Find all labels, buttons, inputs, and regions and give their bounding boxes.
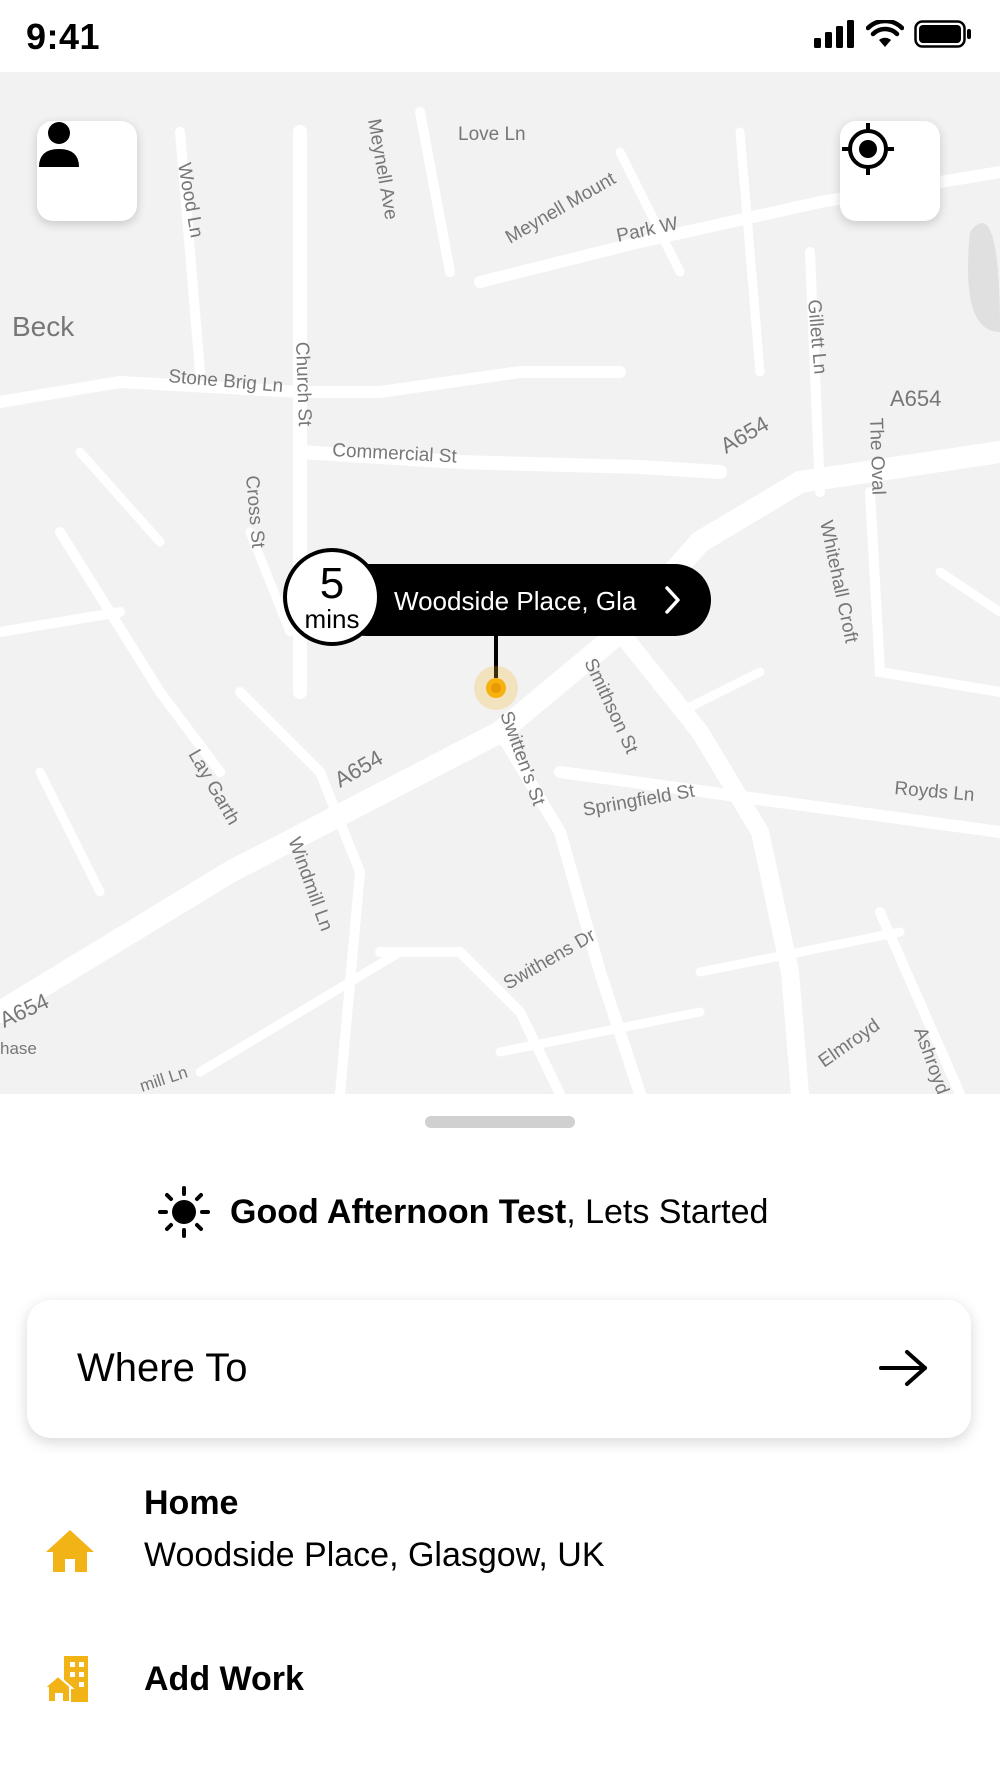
street-label: hase bbox=[0, 1039, 37, 1058]
profile-button[interactable] bbox=[37, 121, 137, 221]
chevron-right-icon bbox=[665, 586, 680, 614]
street-label: Wood Ln bbox=[173, 161, 207, 239]
eta-unit: mins bbox=[304, 604, 360, 634]
greeting: Good Afternoon Test, Lets Started bbox=[158, 1186, 768, 1238]
status-bar: 9:41 bbox=[0, 0, 1000, 72]
add-work-label: Add Work bbox=[144, 1660, 304, 1698]
crosshair-icon bbox=[842, 123, 894, 175]
eta-minutes: 5 bbox=[319, 559, 345, 608]
street-label: A654 bbox=[716, 411, 773, 458]
street-label: The Oval bbox=[865, 417, 889, 495]
battery-icon bbox=[914, 20, 971, 48]
greeting-name: Good Afternoon Test bbox=[230, 1192, 567, 1231]
sun-icon bbox=[158, 1186, 210, 1238]
street-label: Swithens Dr bbox=[500, 925, 600, 995]
cellular-signal-icon bbox=[814, 20, 854, 48]
bottom-sheet: Good Afternoon Test, Lets Started Where … bbox=[0, 1094, 1000, 1778]
street-label: A654 bbox=[890, 386, 941, 411]
street-label: Meynell Ave bbox=[363, 117, 401, 221]
street-label: Whitehall Croft bbox=[815, 519, 862, 646]
street-label: Elmroyd bbox=[815, 1015, 884, 1072]
pickup-address: Woodside Place, Gla bbox=[394, 586, 637, 616]
street-label: Beck bbox=[12, 311, 75, 342]
street-label: Royds Ln bbox=[894, 778, 976, 806]
greeting-suffix: , Lets Started bbox=[566, 1192, 769, 1231]
where-to-button[interactable]: Where To bbox=[27, 1300, 971, 1438]
locate-me-button[interactable] bbox=[840, 121, 940, 221]
home-title: Home bbox=[144, 1484, 239, 1522]
street-label: Love Ln bbox=[458, 124, 526, 145]
street-label: Smithson St bbox=[579, 655, 642, 757]
add-work-item[interactable]: Add Work bbox=[0, 1654, 1000, 1734]
pickup-address-bubble[interactable]: Woodside Place, Gla bbox=[330, 564, 711, 636]
status-icons bbox=[814, 20, 972, 48]
wifi-icon bbox=[866, 20, 904, 47]
street-label: Church St bbox=[291, 341, 315, 427]
saved-place-home[interactable]: Home Woodside Place, Glasgow, UK bbox=[0, 1484, 1000, 1604]
street-label: Windmill Ln bbox=[283, 835, 336, 934]
user-icon bbox=[39, 122, 79, 167]
arrow-right-icon bbox=[879, 1350, 927, 1386]
street-label: mill Ln bbox=[137, 1063, 190, 1094]
street-label: Meynell Mount bbox=[502, 168, 620, 248]
street-label: Cross St bbox=[241, 475, 268, 550]
status-time: 9:41 bbox=[26, 16, 101, 57]
pickup-location-marker bbox=[474, 666, 518, 710]
street-label: Gillett Ln bbox=[803, 299, 830, 376]
work-building-icon bbox=[44, 1656, 88, 1703]
sheet-drag-handle[interactable] bbox=[425, 1116, 575, 1128]
where-to-label: Where To bbox=[77, 1346, 248, 1390]
home-icon bbox=[46, 1530, 94, 1572]
home-address: Woodside Place, Glasgow, UK bbox=[144, 1536, 605, 1574]
street-label: Commercial St bbox=[332, 440, 458, 468]
eta-badge: 5 mins bbox=[283, 548, 381, 646]
